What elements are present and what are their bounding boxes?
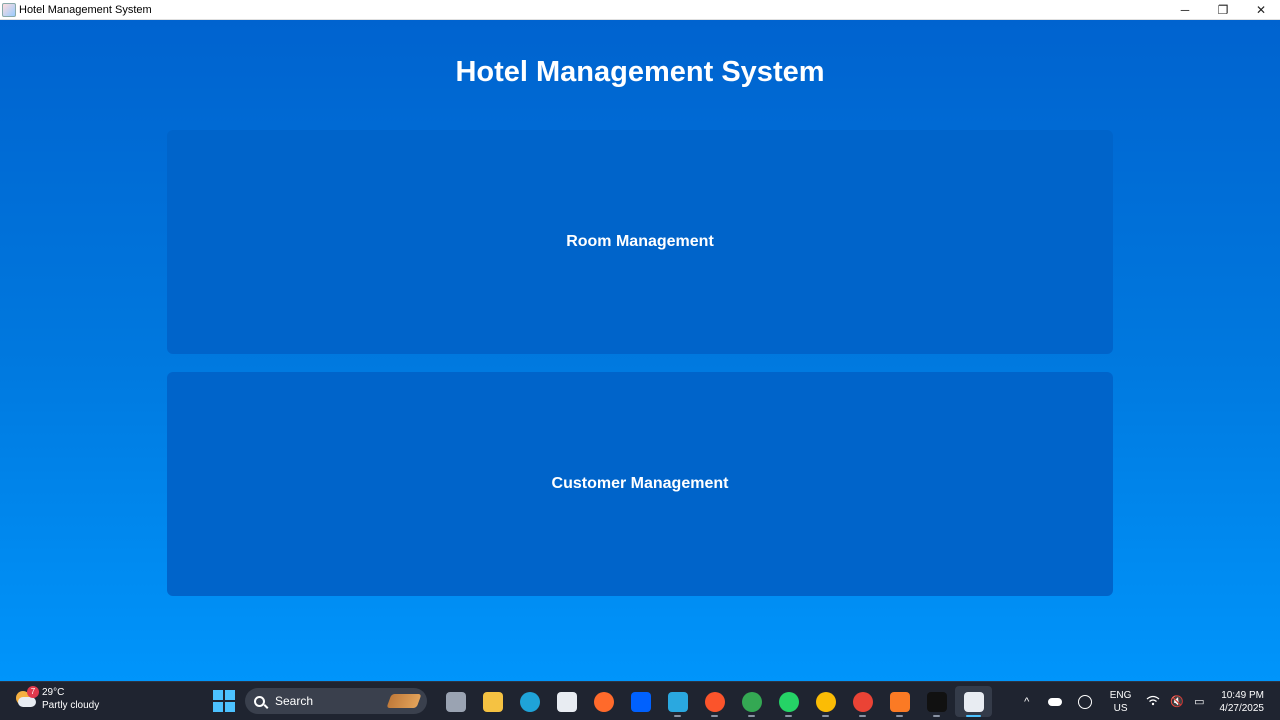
weather-temperature: 29°C — [42, 687, 65, 698]
clock-time: 10:49 PM — [1221, 689, 1264, 701]
dropbox-icon — [630, 691, 651, 712]
running-indicator — [748, 715, 755, 717]
volume-muted-icon[interactable]: 🔇 — [1170, 695, 1184, 708]
chrome-alt-taskbar-button[interactable] — [844, 686, 881, 717]
running-indicator — [859, 715, 866, 717]
task-view-taskbar-button[interactable] — [437, 686, 474, 717]
search-label: Search — [275, 694, 314, 708]
weather-icon: 7 — [14, 686, 39, 711]
running-indicator — [674, 715, 681, 717]
chrome-icon — [741, 691, 762, 712]
weather-badge: 7 — [27, 686, 39, 698]
dropbox-taskbar-button[interactable] — [622, 686, 659, 717]
taskbar: 7 29°C Partly cloudy Search ^ ENG US 🔇 ▭… — [0, 681, 1280, 720]
edge-taskbar-button[interactable] — [511, 686, 548, 717]
brave-taskbar-button[interactable] — [696, 686, 733, 717]
system-tray: ^ ENG US 🔇 ▭ 10:49 PM 4/27/2025 — [1014, 682, 1280, 720]
battery-icon[interactable]: ▭ — [1194, 695, 1204, 708]
microsoft-store-icon — [556, 691, 577, 712]
java-icon — [963, 691, 984, 712]
clock[interactable]: 10:49 PM 4/27/2025 — [1220, 689, 1265, 715]
mouse-app-taskbar-button[interactable] — [659, 686, 696, 717]
taskbar-search[interactable]: Search — [245, 688, 427, 714]
firefox-taskbar-button[interactable] — [585, 686, 622, 717]
window-controls: ─ ❐ ✕ — [1166, 0, 1280, 20]
file-explorer-taskbar-button[interactable] — [474, 686, 511, 717]
minimize-button[interactable]: ─ — [1166, 0, 1204, 20]
java-app-icon — [2, 2, 16, 17]
terminal-taskbar-button[interactable] — [918, 686, 955, 717]
edge-icon — [519, 691, 540, 712]
firefox-icon — [593, 691, 614, 712]
mouse-app-icon — [667, 691, 688, 712]
window-title-bar: Hotel Management System ─ ❐ ✕ — [0, 0, 1280, 20]
weather-condition: Partly cloudy — [42, 700, 100, 711]
java-taskbar-button[interactable] — [955, 686, 992, 717]
running-indicator — [785, 715, 792, 717]
running-indicator — [711, 715, 718, 717]
show-hidden-icons-button[interactable]: ^ — [1014, 696, 1040, 708]
language-indicator[interactable]: ENG US — [1110, 689, 1132, 715]
running-indicator — [822, 715, 829, 717]
xampp-taskbar-button[interactable] — [881, 686, 918, 717]
search-icon — [254, 695, 265, 707]
task-view-icon — [445, 691, 466, 712]
language-code: ENG — [1109, 689, 1132, 701]
room-management-button[interactable]: Room Management — [167, 130, 1113, 354]
start-button[interactable] — [213, 690, 235, 712]
running-indicator — [896, 715, 903, 717]
chrome-taskbar-button[interactable] — [733, 686, 770, 717]
app-content: Hotel Management System Room Management … — [0, 20, 1280, 681]
terminal-icon — [926, 691, 947, 712]
brave-icon — [704, 691, 725, 712]
wifi-icon[interactable] — [1146, 695, 1160, 709]
close-button[interactable]: ✕ — [1242, 0, 1280, 20]
clock-date: 4/27/2025 — [1219, 702, 1265, 714]
emoji-icon[interactable] — [1077, 694, 1092, 709]
taskbar-apps — [437, 686, 992, 717]
window-title: Hotel Management System — [19, 3, 152, 16]
running-indicator — [966, 715, 981, 717]
microsoft-store-taskbar-button[interactable] — [548, 686, 585, 717]
chrome-profile-taskbar-button[interactable] — [807, 686, 844, 717]
chrome-profile-icon — [815, 691, 836, 712]
customer-management-button[interactable]: Customer Management — [167, 372, 1113, 596]
page-title: Hotel Management System — [455, 56, 825, 88]
chrome-alt-icon — [852, 691, 873, 712]
running-indicator — [933, 715, 940, 717]
file-explorer-icon — [482, 691, 503, 712]
onedrive-icon[interactable] — [1047, 697, 1062, 706]
region-code: US — [1113, 702, 1128, 714]
search-highlight-icon — [386, 694, 422, 708]
whatsapp-taskbar-button[interactable] — [770, 686, 807, 717]
whatsapp-icon — [778, 691, 799, 712]
weather-widget[interactable]: 7 29°C Partly cloudy — [14, 686, 99, 712]
xampp-icon — [889, 691, 910, 712]
restore-button[interactable]: ❐ — [1204, 0, 1242, 20]
